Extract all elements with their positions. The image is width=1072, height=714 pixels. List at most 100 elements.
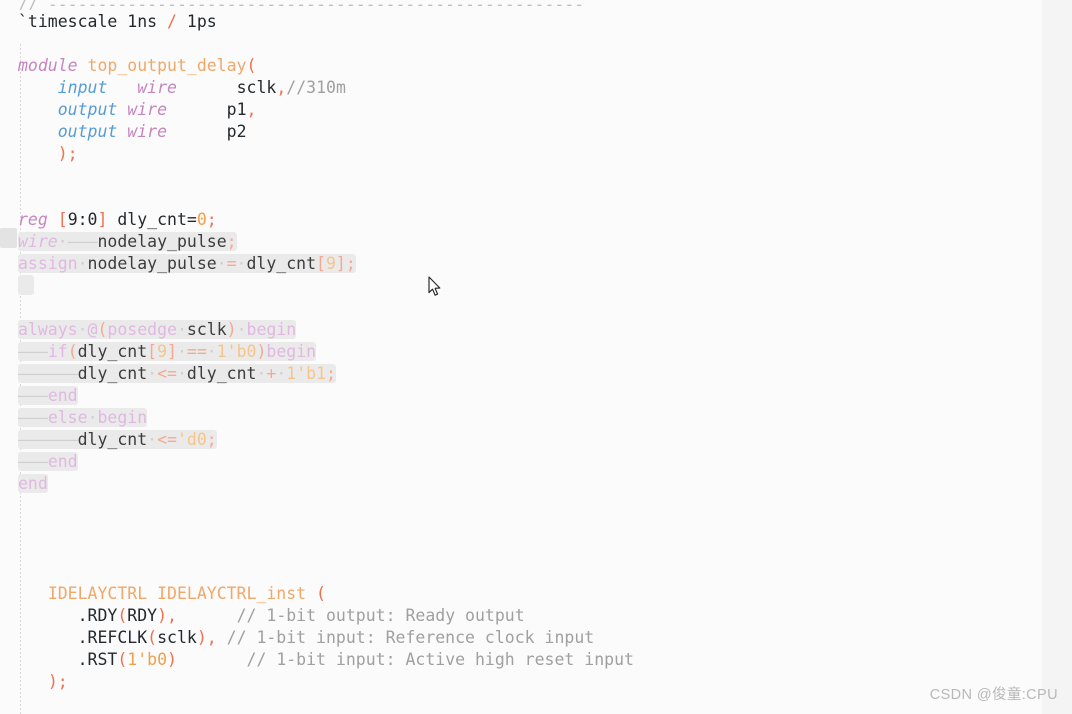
code-token: wire [137, 78, 177, 97]
code-token: , [276, 78, 287, 97]
code-editor[interactable]: // -------------------------------------… [0, 0, 1072, 714]
code-token: · [256, 364, 267, 383]
code-token: · [176, 342, 187, 361]
line-idelayctrl-inst[interactable]: IDELAYCTRL IDELAYCTRL_inst ( [0, 583, 634, 605]
code-token: · [147, 430, 158, 449]
line-end-if[interactable]: ———end [0, 385, 634, 407]
line-assign-nodelay-pulse[interactable]: assign·nodelay_pulse·=·dly_cnt[9]; [0, 253, 634, 275]
code-token: dly_cnt [246, 254, 317, 273]
code-token: + [266, 364, 277, 383]
selection-highlight: ———end [18, 452, 78, 471]
code-token: , [167, 606, 177, 625]
code-token: ( [147, 628, 158, 647]
line-blank-sel-2[interactable] [0, 297, 634, 319]
line-blank-4[interactable] [0, 495, 634, 517]
code-token: 1'b0 [216, 342, 257, 361]
code-token: output [57, 100, 118, 119]
line-blank-2[interactable] [0, 165, 634, 187]
line-end-always[interactable]: end [0, 473, 634, 495]
line-blank-1[interactable] [0, 33, 634, 55]
code-token: · [276, 364, 287, 383]
code-token: = [186, 210, 197, 229]
selection-highlight [18, 275, 34, 295]
code-token: · [57, 232, 68, 251]
line-blank-sel-1[interactable] [0, 275, 634, 297]
code-token: 0 [196, 210, 207, 229]
code-token: ) [256, 342, 267, 361]
code-token: ( [67, 342, 78, 361]
line-else-begin[interactable]: ———else·begin [0, 407, 634, 429]
code-token: begin [97, 408, 148, 427]
code-token: ( [117, 650, 128, 669]
line-module-decl[interactable]: module top_output_delay( [0, 55, 634, 77]
code-token: ——— [18, 386, 48, 405]
code-token: .RDY [18, 606, 118, 625]
code-token: ; [326, 364, 336, 383]
selection-highlight: always·@(posedge·sclk)·begin [18, 320, 297, 339]
line-port-close[interactable]: ); [0, 143, 634, 165]
code-token: assign [18, 254, 78, 273]
code-token: [ [147, 342, 158, 361]
line-blank-6[interactable] [0, 539, 634, 561]
code-token: wire [127, 122, 168, 141]
line-blank-3[interactable] [0, 187, 634, 209]
code-token: · [176, 320, 187, 339]
csdn-watermark: CSDN @俊童:CPU [929, 687, 1058, 703]
selection-highlight: ———end [18, 386, 78, 405]
code-token: 9 [325, 254, 336, 273]
line-if-condition[interactable]: ———if(dly_cnt[9]·==·1'b0)begin [0, 341, 634, 363]
line-port-rst[interactable]: .RST(1'b0) // 1-bit input: Active high r… [0, 649, 634, 671]
line-always-block[interactable]: always·@(posedge·sclk)·begin [0, 319, 634, 341]
code-token: · [147, 364, 158, 383]
line-timescale[interactable]: `timescale 1ns / 1ps [0, 11, 634, 33]
code-token: 9 [157, 342, 168, 361]
code-token: reg [18, 210, 58, 229]
code-token: , [206, 628, 227, 647]
code-token: sclk [186, 320, 227, 339]
line-blank-5[interactable] [0, 517, 634, 539]
line-port-p2[interactable]: output wire p2 [0, 121, 634, 143]
line-blank-7[interactable] [0, 561, 634, 583]
code-token: sclk [157, 628, 197, 647]
code-token: , [246, 100, 257, 119]
line-reg-dly-cnt[interactable]: reg [9:0] dly_cnt=0; [0, 209, 634, 231]
code-token: <= [157, 364, 177, 383]
code-token: ( [97, 320, 108, 339]
code-token: IDELAYCTRL IDELAYCTRL_inst [47, 584, 317, 603]
code-token: ——— [67, 232, 98, 251]
line-port-rdy[interactable]: .RDY(RDY), // 1-bit output: Ready output [0, 605, 634, 627]
code-token: module [18, 56, 88, 75]
code-token: wire [127, 100, 168, 119]
code-token: · [236, 320, 247, 339]
code-token: dly_cnt [107, 210, 187, 229]
code-token: top_output_delay [87, 56, 247, 75]
selection-highlight: ———if(dly_cnt[9]·==·1'b0)begin [18, 342, 317, 361]
line-port-refclk[interactable]: .REFCLK(sclk), // 1-bit input: Reference… [0, 627, 634, 649]
code-token: if [47, 342, 68, 361]
code-token: ; [226, 232, 237, 251]
code-token: input [57, 78, 108, 97]
code-token: begin [266, 342, 317, 361]
code-token: .REFCLK [18, 628, 148, 647]
code-content[interactable]: `timescale 1ns / 1ps module top_output_d… [0, 11, 634, 693]
line-end-else[interactable]: ———end [0, 451, 634, 473]
code-token: 1'b1 [286, 364, 327, 383]
code-token: —————— [18, 364, 78, 383]
line-inst-close[interactable]: ); [0, 671, 634, 693]
code-token: ] [335, 254, 346, 273]
line-dly-cnt-increment[interactable]: ——————dly_cnt·<=·dly_cnt·+·1'b1; [0, 363, 634, 385]
selection-highlight: ——————dly_cnt·<=·dly_cnt·+·1'b1; [18, 364, 336, 383]
line-port-p1[interactable]: output wire p1, [0, 99, 634, 121]
line-wire-nodelay-pulse[interactable]: wire·———nodelay_pulse; [0, 231, 634, 253]
line-port-sclk[interactable]: input wire sclk,//310m [0, 77, 634, 99]
code-token: —————— [18, 430, 78, 449]
code-token: 1'b0 [127, 650, 168, 669]
code-token: ( [117, 606, 128, 625]
code-token: ) [226, 320, 237, 339]
line-dly-cnt-reset[interactable]: ——————dly_cnt·<='d0; [0, 429, 634, 451]
